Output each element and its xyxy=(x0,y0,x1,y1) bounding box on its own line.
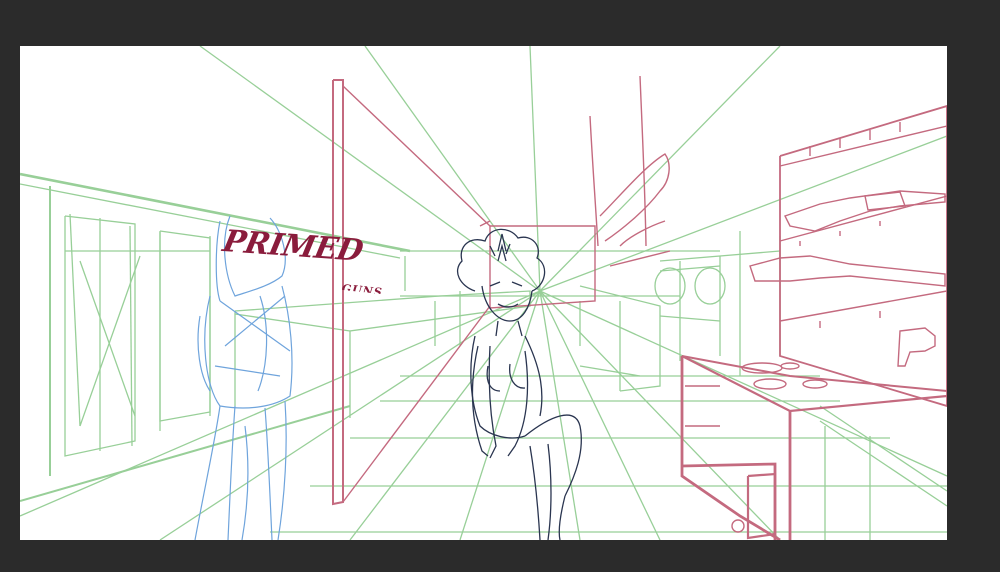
drawing-canvas[interactable]: PRIMED GUNS xyxy=(20,46,947,540)
sketch-layers xyxy=(20,46,947,540)
environment-sketch-layer xyxy=(332,75,947,540)
